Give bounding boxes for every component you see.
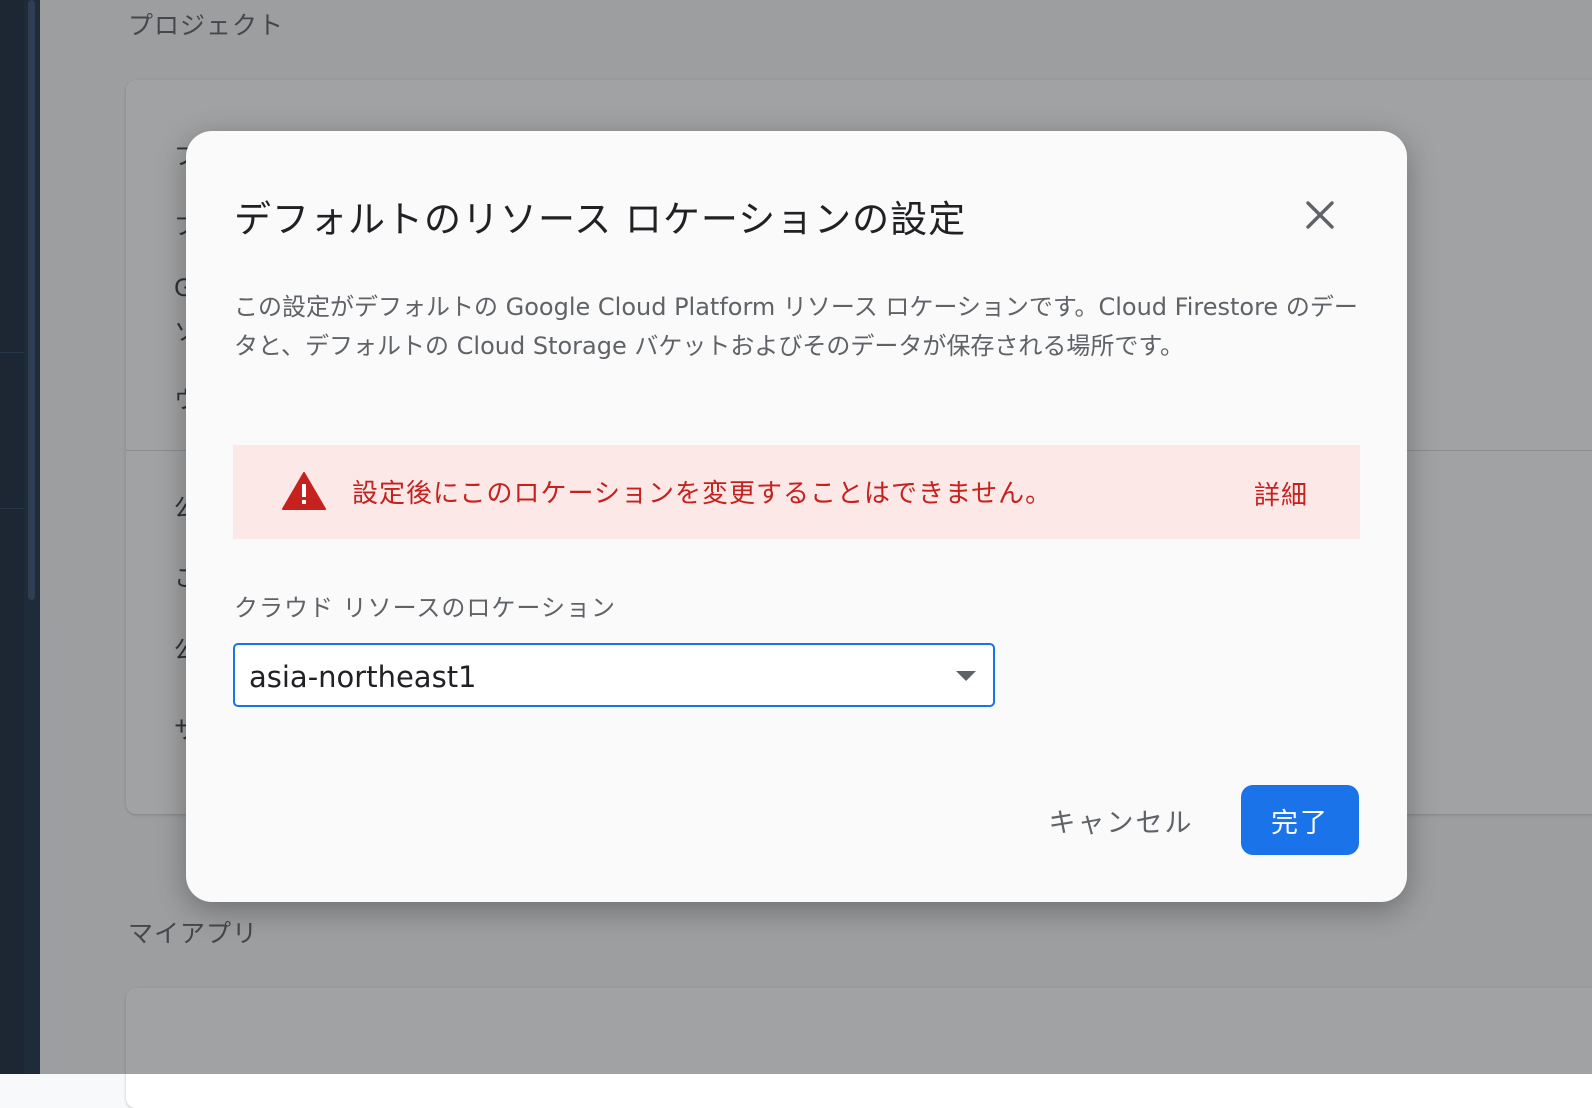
cancel-button[interactable]: キャンセル	[1040, 787, 1202, 853]
learn-more-link[interactable]: 詳細	[1254, 475, 1308, 512]
location-field-label: クラウド リソースのロケーション	[234, 594, 616, 622]
dialog-title: デフォルトのリソース ロケーションの設定	[234, 198, 967, 241]
default-location-dialog: デフォルトのリソース ロケーションの設定 この設定がデフォルトの Google …	[186, 131, 1407, 902]
dialog-description: この設定がデフォルトの Google Cloud Platform リソース ロ…	[234, 293, 1358, 360]
location-select[interactable]: asia-northeast1	[233, 643, 995, 707]
warning-text: 設定後にこのロケーションを変更することはできません。	[352, 479, 1053, 509]
location-select-value: asia-northeast1	[249, 660, 477, 694]
close-icon	[1306, 201, 1334, 229]
done-button[interactable]: 完了	[1241, 785, 1359, 855]
close-button[interactable]	[1296, 191, 1344, 239]
warning-triangle-icon	[282, 472, 326, 510]
warning-banner: 設定後にこのロケーションを変更することはできません。 詳細	[233, 445, 1360, 539]
dropdown-arrow-icon	[956, 671, 976, 681]
